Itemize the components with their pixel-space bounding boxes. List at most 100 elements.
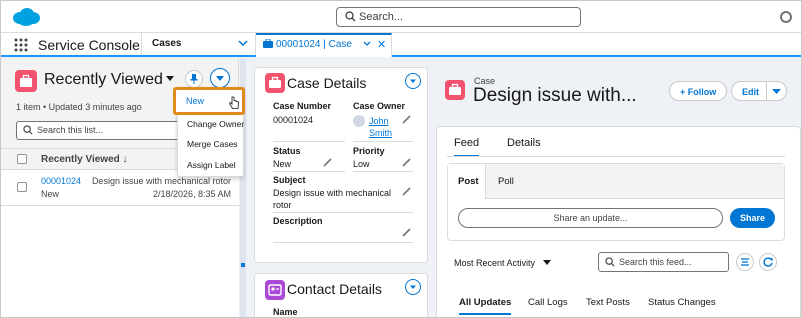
row-status: New xyxy=(41,189,60,199)
list-search-input[interactable]: Search this list... xyxy=(16,121,181,140)
field-divider xyxy=(273,212,413,213)
filter-status-changes[interactable]: Status Changes xyxy=(648,297,716,308)
publisher-tabs: Post Poll xyxy=(448,164,784,199)
chevron-down-icon xyxy=(410,285,416,289)
menu-item-new-label: New xyxy=(186,96,205,106)
tab-details[interactable]: Details xyxy=(507,137,541,149)
pencil-icon[interactable] xyxy=(402,115,411,124)
feed-filter-button[interactable] xyxy=(736,253,754,271)
global-search-placeholder: Search... xyxy=(359,11,404,23)
list-search-placeholder: Search this list... xyxy=(37,125,104,135)
pencil-icon[interactable] xyxy=(402,158,411,167)
priority-value: Low xyxy=(353,159,370,169)
pencil-icon[interactable] xyxy=(402,187,411,196)
filter-call-logs[interactable]: Call Logs xyxy=(528,297,568,308)
salesforce-logo-icon[interactable] xyxy=(11,6,41,28)
status-label: Status xyxy=(273,146,301,156)
pin-list-button[interactable] xyxy=(185,70,203,88)
subject-label: Subject xyxy=(273,175,306,185)
list-view-title[interactable]: Recently Viewed xyxy=(44,71,163,89)
case-number-value: 00001024 xyxy=(273,115,314,125)
console-nav-bar: Service Console Cases 00001024 | Case ✕ xyxy=(1,33,801,57)
pin-icon xyxy=(190,74,198,84)
splitter-handle[interactable] xyxy=(241,263,245,267)
global-header: Search... xyxy=(1,1,801,33)
priority-label: Priority xyxy=(353,146,385,156)
list-actions-button[interactable] xyxy=(210,68,230,88)
close-tab-icon[interactable]: ✕ xyxy=(377,38,386,51)
chevron-down-icon[interactable] xyxy=(363,40,371,47)
chevron-down-icon xyxy=(216,76,224,81)
column-header-label[interactable]: Recently Viewed ↓ xyxy=(41,154,128,165)
row-subject: Design issue with mechanical rotor xyxy=(91,176,231,186)
tab-poll[interactable]: Poll xyxy=(498,176,514,187)
chevron-down-icon[interactable] xyxy=(238,39,248,47)
app-frame: Search... Service Console Cases 00001024… xyxy=(0,0,802,318)
follow-button-label: + Follow xyxy=(680,87,717,97)
workspace-tab-label: 00001024 | Case xyxy=(276,39,352,50)
pencil-icon[interactable] xyxy=(323,158,332,167)
menu-item-merge-cases[interactable]: Merge Cases xyxy=(178,134,244,154)
subject-value-line1: Design issue with mechanical xyxy=(273,188,392,198)
case-details-actions-button[interactable] xyxy=(405,73,421,89)
case-number-label: Case Number xyxy=(273,101,332,111)
global-search-input[interactable]: Search... xyxy=(336,7,581,27)
filter-text-posts[interactable]: Text Posts xyxy=(586,297,630,308)
field-divider xyxy=(353,141,413,142)
menu-item-assign-label[interactable]: Assign Label xyxy=(178,155,244,175)
feed-refresh-button[interactable] xyxy=(759,253,777,271)
feed-search-placeholder: Search this feed... xyxy=(619,257,692,267)
filter-all-updates[interactable]: All Updates xyxy=(459,297,512,315)
contact-name-label: Name xyxy=(273,307,298,317)
search-icon xyxy=(345,11,356,22)
field-divider xyxy=(273,141,345,142)
hand-cursor-icon xyxy=(228,96,239,109)
chevron-down-icon[interactable] xyxy=(772,88,781,95)
row-date: 2/18/2026, 8:35 AM xyxy=(152,189,231,199)
contact-details-actions-button[interactable] xyxy=(405,279,421,295)
app-name: Service Console xyxy=(38,37,140,53)
subject-value-line2: rotor xyxy=(273,200,292,210)
owner-avatar xyxy=(353,115,365,127)
edit-button-group: Edit xyxy=(731,81,787,101)
case-card-icon xyxy=(265,73,285,93)
record-title: Design issue with... xyxy=(473,85,637,106)
case-details-title: Case Details xyxy=(287,75,367,91)
workspace-tab-case[interactable]: 00001024 | Case ✕ xyxy=(256,33,392,57)
menu-item-change-owner[interactable]: Change Owner xyxy=(178,114,244,134)
description-label: Description xyxy=(273,216,323,226)
edit-button[interactable]: Edit xyxy=(742,87,759,97)
row-case-number-link[interactable]: 00001024 xyxy=(41,176,81,186)
share-update-placeholder: Share an update... xyxy=(553,213,628,223)
case-details-card: Case Details Case Number 00001024 Case O… xyxy=(254,67,428,263)
setup-gear-icon[interactable] xyxy=(778,9,794,25)
tab-feed[interactable]: Feed xyxy=(454,137,480,157)
share-update-input[interactable]: Share an update... xyxy=(458,208,723,228)
share-button[interactable]: Share xyxy=(730,208,775,228)
row-checkbox[interactable] xyxy=(17,182,27,192)
caret-down-icon xyxy=(542,260,551,265)
chevron-down-icon xyxy=(410,79,416,83)
refresh-icon xyxy=(763,257,773,267)
case-owner-label: Case Owner xyxy=(353,101,406,111)
field-divider xyxy=(273,171,345,172)
briefcase-icon xyxy=(263,39,273,48)
cases-nav-label: Cases xyxy=(152,38,182,49)
contact-details-card: Contact Details Name xyxy=(254,273,428,317)
tab-divider xyxy=(447,156,785,157)
feed-sort-dropdown[interactable]: Most Recent Activity xyxy=(454,258,551,268)
pencil-icon[interactable] xyxy=(402,228,411,237)
cases-nav-tab[interactable]: Cases xyxy=(141,33,256,55)
app-launcher-icon[interactable] xyxy=(14,38,28,52)
caret-down-icon[interactable] xyxy=(166,76,174,82)
tab-post[interactable]: Post xyxy=(458,176,479,187)
share-button-label: Share xyxy=(739,213,765,223)
sort-arrow-icon: ↓ xyxy=(122,154,128,165)
select-all-checkbox[interactable] xyxy=(17,154,27,164)
follow-button[interactable]: + Follow xyxy=(669,81,727,101)
contact-card-icon xyxy=(265,280,285,300)
case-owner-link[interactable]: John Smith xyxy=(369,115,392,139)
button-divider xyxy=(766,82,767,100)
feed-search-input[interactable]: Search this feed... xyxy=(598,252,729,272)
field-divider xyxy=(273,242,413,243)
